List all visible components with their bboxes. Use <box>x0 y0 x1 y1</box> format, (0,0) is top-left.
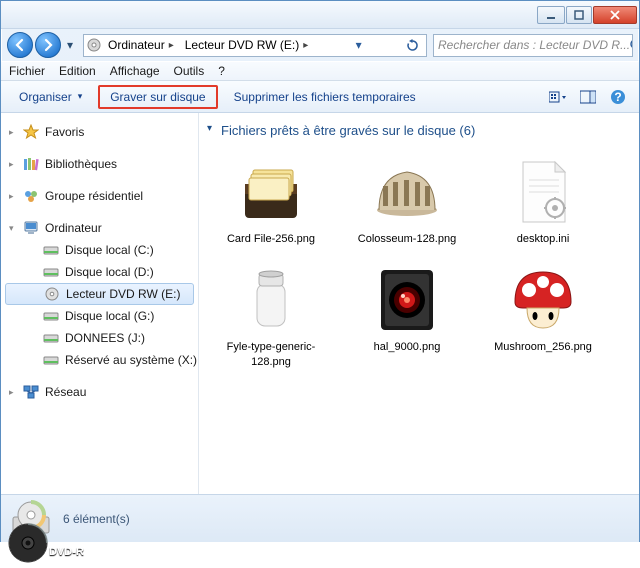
sidebar-favorites[interactable]: Favoris <box>1 121 198 143</box>
file-name: Mushroom_256.png <box>494 340 592 354</box>
ini-file-icon <box>507 156 579 228</box>
sidebar-drive-j[interactable]: DONNEES (J:) <box>1 327 198 349</box>
libraries-icon <box>23 156 39 172</box>
file-list: Fichiers prêts à être gravés sur le disq… <box>199 113 639 494</box>
file-item[interactable]: Mushroom_256.png <box>479 258 607 375</box>
titlebar <box>1 1 639 29</box>
breadcrumb-computer[interactable]: Ordinateur <box>104 35 181 56</box>
refresh-button[interactable] <box>402 35 424 56</box>
file-item[interactable]: desktop.ini <box>479 150 607 252</box>
sidebar-network[interactable]: Réseau <box>1 381 198 403</box>
drive-icon <box>43 264 59 280</box>
hal9000-icon <box>371 264 443 336</box>
menu-view[interactable]: Affichage <box>110 64 160 78</box>
view-options-button[interactable] <box>547 86 569 108</box>
minimize-button[interactable] <box>537 6 565 24</box>
menu-help[interactable]: ? <box>218 64 225 78</box>
nav-history-dropdown[interactable]: ▾ <box>63 34 77 56</box>
forward-button[interactable] <box>35 32 61 58</box>
file-item[interactable]: Fyle-type-generic-128.png <box>207 258 335 375</box>
drive-icon <box>86 37 102 53</box>
back-button[interactable] <box>7 32 33 58</box>
navigation-pane: Favoris Bibliothèques Groupe résidentiel <box>1 113 199 494</box>
file-name: Colosseum-128.png <box>358 232 456 246</box>
homegroup-icon <box>23 188 39 204</box>
statusbar: 6 élément(s) <box>1 494 639 542</box>
sidebar-drive-c[interactable]: Disque local (C:) <box>1 239 198 261</box>
sidebar-libraries[interactable]: Bibliothèques <box>1 153 198 175</box>
disc-icon <box>7 522 49 564</box>
file-item[interactable]: hal_9000.png <box>343 258 471 375</box>
computer-icon <box>23 220 39 236</box>
sidebar-homegroup[interactable]: Groupe résidentiel <box>1 185 198 207</box>
menu-tools[interactable]: Outils <box>174 64 205 78</box>
help-button[interactable]: ? <box>607 86 629 108</box>
jar-icon <box>235 264 307 336</box>
burn-to-disc-button[interactable]: Graver sur disque <box>98 85 217 109</box>
menu-edit[interactable]: Edition <box>59 64 96 78</box>
drive-icon <box>43 330 59 346</box>
preview-pane-button[interactable] <box>577 86 599 108</box>
address-dropdown[interactable]: ▾ <box>351 35 367 56</box>
toolbar: Organiser Graver sur disque Supprimer le… <box>1 81 639 113</box>
file-item[interactable]: Card File-256.png <box>207 150 335 252</box>
breadcrumb-drive[interactable]: Lecteur DVD RW (E:) <box>181 35 316 56</box>
network-icon <box>23 384 39 400</box>
svg-text:?: ? <box>614 90 621 104</box>
drive-icon <box>43 352 59 368</box>
dvd-drive-icon <box>44 286 60 302</box>
file-name: Fyle-type-generic-128.png <box>209 340 333 369</box>
navbar: ▾ Ordinateur Lecteur DVD RW (E:) ▾ Reche… <box>1 29 639 61</box>
cardfile-icon <box>235 156 307 228</box>
menubar: Fichier Edition Affichage Outils ? <box>1 61 639 81</box>
sidebar-drive-g[interactable]: Disque local (G:) <box>1 305 198 327</box>
mushroom-icon <box>507 264 579 336</box>
file-name: hal_9000.png <box>374 340 441 354</box>
sidebar-computer[interactable]: Ordinateur <box>1 217 198 239</box>
organize-button[interactable]: Organiser <box>11 86 90 108</box>
explorer-window: ▾ Ordinateur Lecteur DVD RW (E:) ▾ Reche… <box>0 0 640 542</box>
sidebar-drive-x[interactable]: Réservé au système (X:) <box>1 349 198 371</box>
status-text: 6 élément(s) <box>63 512 130 526</box>
colosseum-icon <box>371 156 443 228</box>
file-item[interactable]: Colosseum-128.png <box>343 150 471 252</box>
file-name: Card File-256.png <box>227 232 315 246</box>
drive-icon <box>43 242 59 258</box>
address-bar[interactable]: Ordinateur Lecteur DVD RW (E:) ▾ <box>83 34 427 57</box>
drive-icon <box>43 308 59 324</box>
sidebar-drive-d[interactable]: Disque local (D:) <box>1 261 198 283</box>
menu-file[interactable]: Fichier <box>9 64 45 78</box>
file-name: desktop.ini <box>517 232 570 246</box>
body: Favoris Bibliothèques Groupe résidentiel <box>1 113 639 494</box>
disc-label: DVD-R <box>49 546 84 558</box>
search-icon <box>630 39 633 52</box>
search-input[interactable]: Rechercher dans : Lecteur DVD R... <box>433 34 633 57</box>
sidebar-drive-e[interactable]: Lecteur DVD RW (E:) <box>5 283 194 305</box>
delete-temp-files-button[interactable]: Supprimer les fichiers temporaires <box>226 86 424 108</box>
disc-footer: DVD-R <box>1 542 639 568</box>
close-button[interactable] <box>593 6 637 24</box>
star-icon <box>23 124 39 140</box>
search-placeholder: Rechercher dans : Lecteur DVD R... <box>438 38 630 52</box>
section-header[interactable]: Fichiers prêts à être gravés sur le disq… <box>207 123 631 138</box>
maximize-button[interactable] <box>566 6 592 24</box>
